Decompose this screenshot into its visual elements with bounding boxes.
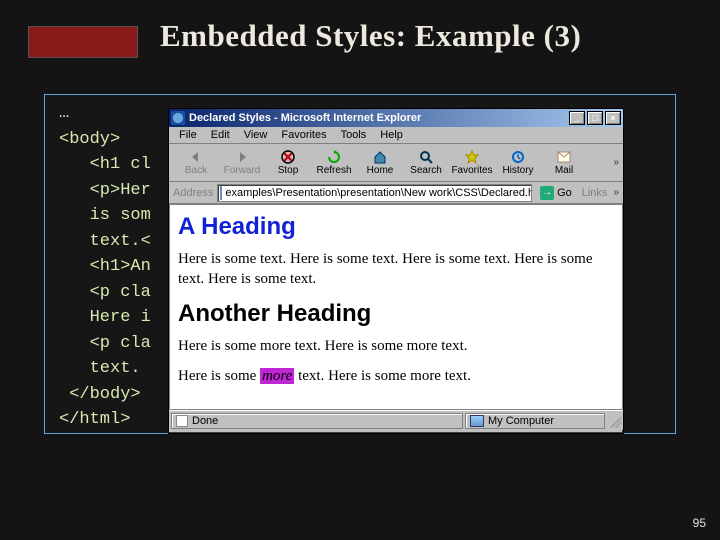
back-label: Back bbox=[185, 165, 207, 176]
status-done-label: Done bbox=[192, 415, 218, 427]
favorites-icon bbox=[463, 149, 481, 165]
menu-edit[interactable]: Edit bbox=[205, 128, 236, 142]
stop-button[interactable]: Stop bbox=[265, 146, 311, 180]
menu-file[interactable]: File bbox=[173, 128, 203, 142]
paragraph-3-part-b: text. Here is some more text. bbox=[294, 368, 471, 384]
paragraph-3: Here is some more text. Here is some mor… bbox=[178, 366, 614, 386]
search-label: Search bbox=[410, 165, 442, 176]
highlighted-word: more bbox=[260, 368, 294, 384]
computer-icon bbox=[470, 415, 484, 427]
stop-icon bbox=[279, 149, 297, 165]
refresh-label: Refresh bbox=[316, 165, 351, 176]
slide-title: Embedded Styles: Example (3) bbox=[160, 18, 581, 54]
address-text: examples\Presentation\presentation\New w… bbox=[225, 187, 532, 199]
titlebar[interactable]: Declared Styles - Microsoft Internet Exp… bbox=[169, 109, 623, 127]
links-label[interactable]: Links bbox=[580, 187, 610, 199]
forward-button[interactable]: Forward bbox=[219, 146, 265, 180]
go-label: Go bbox=[557, 187, 572, 199]
ie-icon bbox=[171, 111, 185, 125]
toolbar: Back Forward Stop Refresh bbox=[169, 144, 623, 182]
menu-tools[interactable]: Tools bbox=[335, 128, 373, 142]
statusbar: Done My Computer bbox=[169, 410, 623, 430]
heading-2: Another Heading bbox=[178, 300, 614, 328]
heading-1: A Heading bbox=[178, 213, 614, 241]
refresh-button[interactable]: Refresh bbox=[311, 146, 357, 180]
home-icon bbox=[371, 149, 389, 165]
go-button[interactable]: → Go bbox=[536, 186, 576, 200]
status-zone: My Computer bbox=[465, 413, 605, 429]
menu-help[interactable]: Help bbox=[374, 128, 409, 142]
mail-button[interactable]: Mail bbox=[541, 146, 587, 180]
refresh-icon bbox=[325, 149, 343, 165]
go-icon: → bbox=[540, 186, 554, 200]
toolbar-overflow-icon[interactable]: » bbox=[613, 157, 619, 168]
resize-grip-icon[interactable] bbox=[607, 414, 621, 428]
search-button[interactable]: Search bbox=[403, 146, 449, 180]
home-label: Home bbox=[367, 165, 394, 176]
favorites-label: Favorites bbox=[451, 165, 492, 176]
search-icon bbox=[417, 149, 435, 165]
page-content: A Heading Here is some text. Here is som… bbox=[169, 204, 623, 410]
favorites-button[interactable]: Favorites bbox=[449, 146, 495, 180]
accent-bar bbox=[28, 26, 138, 58]
back-button[interactable]: Back bbox=[173, 146, 219, 180]
document-icon bbox=[220, 186, 222, 200]
mail-label: Mail bbox=[555, 165, 573, 176]
paragraph-2: Here is some more text. Here is some mor… bbox=[178, 336, 614, 356]
paragraph-3-part-a: Here is some bbox=[178, 368, 260, 384]
menubar: File Edit View Favorites Tools Help bbox=[169, 127, 623, 144]
mail-icon bbox=[555, 149, 573, 165]
forward-icon bbox=[233, 149, 251, 165]
window-title: Declared Styles - Microsoft Internet Exp… bbox=[189, 112, 569, 124]
status-doc-icon bbox=[176, 415, 188, 427]
status-text: Done bbox=[171, 413, 463, 429]
paragraph-1: Here is some text. Here is some text. He… bbox=[178, 249, 614, 290]
stop-label: Stop bbox=[278, 165, 299, 176]
close-button[interactable]: × bbox=[605, 111, 621, 125]
status-zone-label: My Computer bbox=[488, 415, 554, 427]
home-button[interactable]: Home bbox=[357, 146, 403, 180]
forward-label: Forward bbox=[224, 165, 261, 176]
history-icon bbox=[509, 149, 527, 165]
browser-window: Declared Styles - Microsoft Internet Exp… bbox=[168, 108, 624, 434]
address-bar: Address examples\Presentation\presentati… bbox=[169, 182, 623, 204]
history-button[interactable]: History bbox=[495, 146, 541, 180]
address-input[interactable]: examples\Presentation\presentation\New w… bbox=[217, 184, 532, 202]
maximize-button[interactable]: □ bbox=[587, 111, 603, 125]
address-label: Address bbox=[173, 187, 213, 199]
back-icon bbox=[187, 149, 205, 165]
history-label: History bbox=[502, 165, 533, 176]
page-number: 95 bbox=[693, 516, 706, 530]
slide: Embedded Styles: Example (3) … <body> <h… bbox=[0, 0, 720, 540]
minimize-button[interactable]: _ bbox=[569, 111, 585, 125]
menu-favorites[interactable]: Favorites bbox=[275, 128, 332, 142]
menu-view[interactable]: View bbox=[238, 128, 274, 142]
links-overflow-icon[interactable]: » bbox=[613, 187, 619, 198]
